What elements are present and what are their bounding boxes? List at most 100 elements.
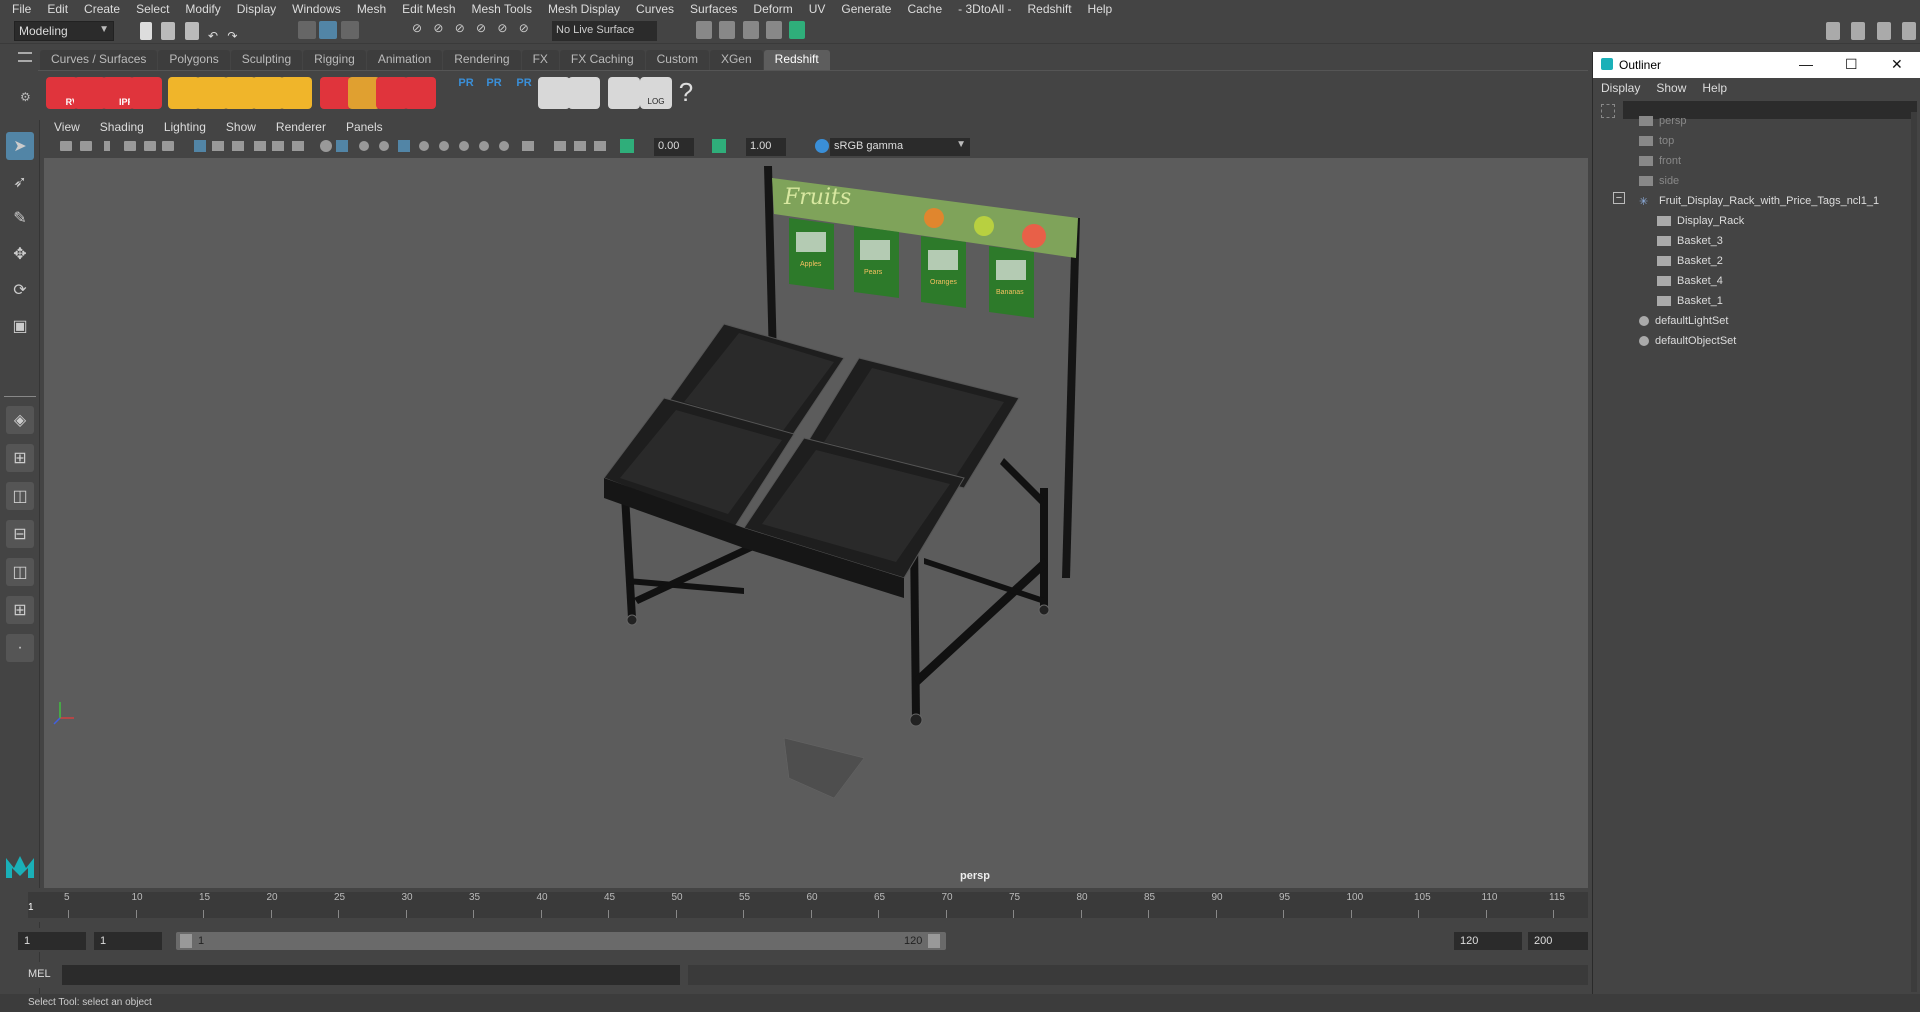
outliner-item[interactable]: Display_Rack — [1657, 212, 1744, 230]
shelf-tab[interactable]: Animation — [366, 50, 443, 70]
live-surface-field[interactable]: No Live Surface — [552, 21, 657, 41]
menu-item[interactable]: Generate — [833, 2, 899, 16]
range-start-handle[interactable] — [180, 934, 192, 948]
help-icon[interactable]: ? — [670, 77, 702, 109]
viewport-menu-item[interactable]: Show — [216, 120, 266, 134]
menu-item[interactable]: Cache — [899, 2, 950, 16]
attribute-editor-icon[interactable] — [1851, 22, 1866, 40]
menu-item[interactable]: Select — [128, 2, 177, 16]
animation-end-field[interactable]: 200 — [1528, 932, 1588, 950]
perspective-viewport[interactable]: Fruits Apples Pears Oranges Bananas pers… — [44, 158, 1588, 888]
snap-point-icon[interactable]: ⊘ — [455, 21, 473, 39]
outliner-item[interactable]: top — [1639, 132, 1674, 150]
outliner-menu-item[interactable]: Display — [1601, 81, 1640, 95]
shelf-menu-icon[interactable] — [18, 52, 32, 62]
viewport-menu-item[interactable]: Shading — [90, 120, 154, 134]
exposure-field[interactable]: 0.00 — [654, 138, 694, 156]
menu-item[interactable]: Modify — [177, 2, 228, 16]
select-component-icon[interactable] — [340, 21, 359, 39]
viewport-menu-item[interactable]: Renderer — [266, 120, 336, 134]
pr-import-icon[interactable]: PR — [478, 77, 510, 109]
menu-item[interactable]: Windows — [284, 2, 349, 16]
render-settings-icon[interactable] — [742, 21, 759, 39]
outliner-item[interactable]: Basket_4 — [1657, 272, 1723, 290]
shelf-tab[interactable]: Custom — [645, 50, 709, 70]
shelf-tab[interactable]: Sculpting — [230, 50, 303, 70]
modeling-toolkit-icon[interactable] — [1826, 22, 1840, 40]
outliner-item[interactable]: defaultLightSet — [1639, 312, 1728, 330]
menu-item[interactable]: Deform — [745, 2, 800, 16]
command-language[interactable]: MEL — [28, 968, 51, 980]
menu-item[interactable]: Mesh — [349, 2, 394, 16]
viewport-menu-item[interactable]: View — [44, 120, 90, 134]
range-slider-bar[interactable]: 1 120 — [176, 932, 946, 950]
menu-item[interactable]: Edit — [39, 2, 76, 16]
menu-item[interactable]: Surfaces — [682, 2, 745, 16]
outliner-item[interactable]: ✳ Fruit_Display_Rack_with_Price_Tags_ncl1… — [1639, 192, 1879, 210]
redo-icon[interactable]: ↷ — [227, 29, 243, 47]
menu-item[interactable]: Mesh Tools — [464, 2, 540, 16]
outliner-menu-item[interactable]: Help — [1702, 81, 1727, 95]
playback-start-field[interactable]: 1 — [94, 932, 162, 950]
ipr-render-icon[interactable] — [719, 21, 736, 39]
new-scene-icon[interactable] — [140, 22, 152, 40]
outliner-menu-item[interactable]: Show — [1656, 81, 1686, 95]
rotate-tool-icon[interactable]: ⟳ — [6, 276, 34, 304]
mode-dropdown[interactable]: Modeling ▼ — [14, 21, 114, 41]
menu-item[interactable]: Redshift — [1020, 2, 1080, 16]
select-hierarchy-icon[interactable] — [298, 21, 316, 39]
channel-box-icon[interactable] — [1876, 22, 1891, 40]
menu-item[interactable]: Edit Mesh — [394, 2, 463, 16]
outliner-item[interactable]: front — [1639, 152, 1681, 170]
minimize-icon[interactable]: — — [1799, 56, 1813, 72]
outliner-item[interactable]: persp — [1639, 112, 1687, 130]
gamma-field[interactable]: 1.00 — [746, 138, 786, 156]
time-slider[interactable]: 5 10 15 20 25 30 35 40 45 50 55 60 65 70 75 80 85 90 95 100… — [0, 888, 1592, 922]
outliner-item[interactable]: Basket_2 — [1657, 252, 1723, 270]
shelf-tab[interactable]: Polygons — [158, 50, 230, 70]
render-view-icon[interactable] — [789, 21, 806, 39]
persp-graph-layout-icon[interactable]: ⊟ — [6, 520, 34, 548]
layout-more-icon[interactable]: · — [6, 634, 34, 662]
menu-item[interactable]: Display — [229, 2, 284, 16]
select-tool-icon[interactable]: ➤ — [6, 132, 34, 160]
outliner-filter-icon[interactable] — [1601, 104, 1615, 118]
bowl-steam-icon[interactable] — [568, 77, 600, 109]
single-perspective-layout-icon[interactable]: ◈ — [6, 406, 34, 434]
shelf-tab[interactable]: XGen — [709, 50, 763, 70]
viewport-menu-item[interactable]: Lighting — [154, 120, 216, 134]
playback-end-field[interactable]: 120 — [1454, 932, 1522, 950]
shelf-settings-icon[interactable]: ⚙ — [20, 90, 31, 104]
outliner-item[interactable]: Basket_3 — [1657, 232, 1723, 250]
maximize-icon[interactable]: ☐ — [1845, 56, 1858, 73]
scale-tool-icon[interactable]: ▣ — [6, 312, 34, 340]
log-icon[interactable]: LOG — [640, 77, 672, 109]
four-view-layout-icon[interactable]: ⊞ — [6, 444, 34, 472]
save-scene-icon[interactable] — [184, 22, 199, 40]
shelf-tab[interactable]: Redshift — [763, 50, 830, 70]
persp-graph-hypergraph-layout-icon[interactable]: ⊞ — [6, 596, 34, 624]
collapse-icon[interactable]: − — [1613, 192, 1625, 204]
undo-icon[interactable]: ↶ — [208, 29, 224, 47]
material-ball-icon[interactable] — [404, 77, 436, 109]
render-frame-icon[interactable] — [696, 21, 712, 39]
open-scene-icon[interactable] — [161, 22, 176, 40]
menu-item[interactable]: Mesh Display — [540, 2, 628, 16]
shelf-tab[interactable]: Rendering — [443, 50, 521, 70]
pr-transfer-icon[interactable]: PR — [508, 77, 540, 109]
shelf-tab[interactable]: FX — [521, 50, 559, 70]
persp-outliner-layout-icon[interactable]: ◫ — [6, 482, 34, 510]
snap-grid-icon[interactable]: ⊘ — [412, 21, 430, 39]
paint-select-tool-icon[interactable]: ✎ — [6, 204, 34, 232]
script-editor-icon[interactable] — [608, 77, 640, 109]
select-object-icon[interactable] — [319, 21, 338, 39]
shelf-tab[interactable]: Curves / Surfaces — [40, 50, 158, 70]
render-settings-icon[interactable] — [130, 77, 162, 109]
command-input[interactable] — [62, 965, 680, 985]
outliner-item[interactable]: side — [1639, 172, 1679, 190]
viewport-menu-item[interactable]: Panels — [336, 120, 393, 134]
bowl-icon[interactable] — [538, 77, 570, 109]
snap-view-plane-icon[interactable]: ⊘ — [497, 21, 515, 39]
outliner-scrollbar[interactable] — [1911, 112, 1917, 992]
snap-curve-icon[interactable]: ⊘ — [433, 21, 451, 39]
